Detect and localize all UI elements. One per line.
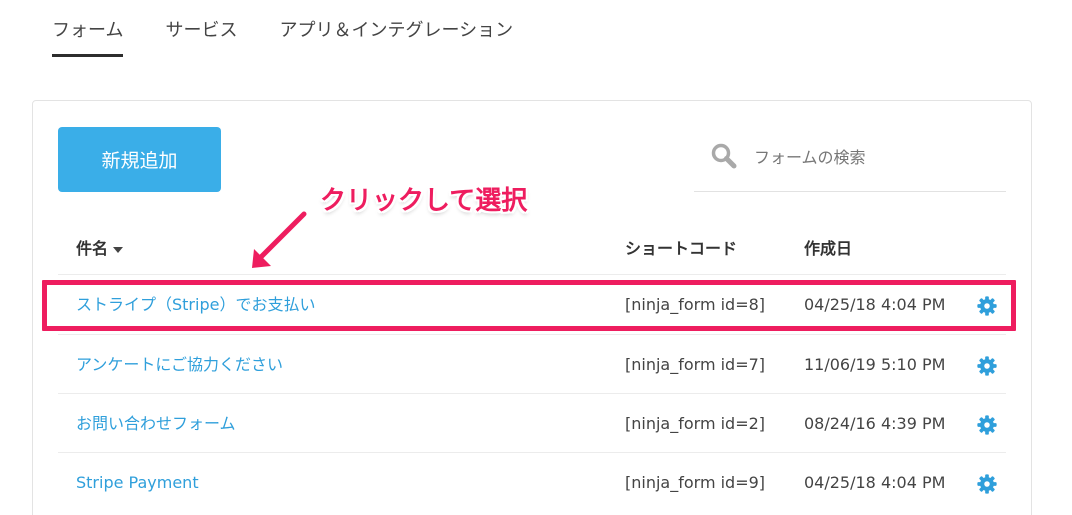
form-title-link[interactable]: Stripe Payment <box>76 453 199 513</box>
tab-bar: フォーム サービス アプリ＆インテグレーション <box>52 16 555 57</box>
caret-down-icon <box>113 246 124 253</box>
gear-icon[interactable] <box>976 335 1000 395</box>
gear-icon[interactable] <box>976 275 1000 335</box>
add-new-button[interactable]: 新規追加 <box>58 127 221 192</box>
tab-apps-integrations[interactable]: アプリ＆インテグレーション <box>279 16 513 57</box>
form-title-link[interactable]: お問い合わせフォーム <box>76 394 236 454</box>
form-title-link[interactable]: アンケートにご協力ください <box>76 335 283 395</box>
date-cell: 11/06/19 5:10 PM <box>804 355 946 374</box>
table-row: Stripe Payment [ninja_form id=9] 04/25/1… <box>58 452 1006 512</box>
column-header-name-label: 件名 <box>76 239 109 258</box>
annotation-label: クリックして選択 <box>320 186 528 216</box>
search-box <box>694 126 1006 192</box>
column-header-shortcode: ショートコード <box>625 239 738 258</box>
shortcode-cell: [ninja_form id=7] <box>625 355 766 374</box>
column-header-name[interactable]: 件名 <box>76 235 124 259</box>
gear-icon[interactable] <box>976 453 1000 513</box>
column-header-created: 作成日 <box>804 239 853 258</box>
form-title-link[interactable]: ストライプ（Stripe）でお支払い <box>76 275 315 335</box>
date-cell: 04/25/18 4:04 PM <box>804 473 946 492</box>
shortcode-cell: [ninja_form id=9] <box>625 473 766 492</box>
date-cell: 04/25/18 4:04 PM <box>804 295 946 314</box>
tab-services[interactable]: サービス <box>165 16 237 57</box>
tab-forms[interactable]: フォーム <box>52 16 124 57</box>
annotation-arrow-icon <box>250 209 309 270</box>
shortcode-cell: [ninja_form id=8] <box>625 295 766 314</box>
table-row: ストライプ（Stripe）でお支払い [ninja_form id=8] 04/… <box>58 274 1006 334</box>
date-cell: 08/24/16 4:39 PM <box>804 414 946 433</box>
table-row: お問い合わせフォーム [ninja_form id=2] 08/24/16 4:… <box>58 393 1006 453</box>
search-input[interactable] <box>754 140 994 174</box>
gear-icon[interactable] <box>976 394 1000 454</box>
table-row: アンケートにご協力ください [ninja_form id=7] 11/06/19… <box>58 334 1006 394</box>
search-icon <box>711 143 737 169</box>
shortcode-cell: [ninja_form id=2] <box>625 414 766 433</box>
